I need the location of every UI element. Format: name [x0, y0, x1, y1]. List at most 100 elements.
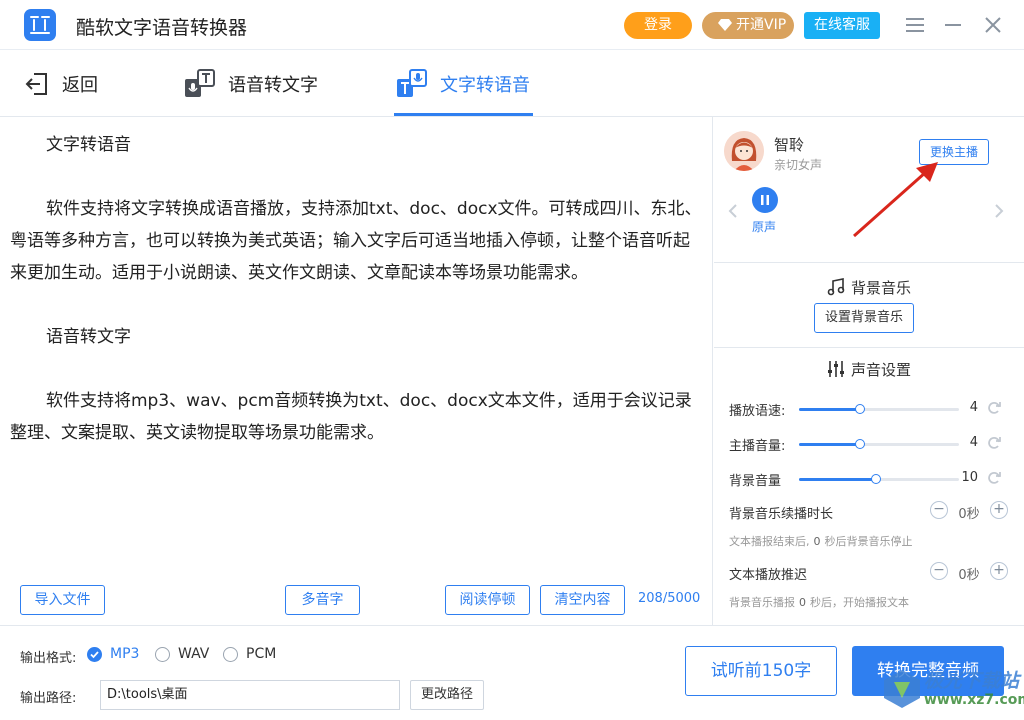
menu-icon[interactable] [904, 14, 926, 36]
text-delay-hint: 背景音乐播报 0 秒后，开始播报文本 [729, 594, 909, 610]
clear-content-button[interactable]: 清空内容 [540, 585, 625, 615]
back-label: 返回 [62, 74, 98, 96]
format-radio-pcm[interactable]: PCM [223, 646, 276, 662]
vip-button-label: 开通VIP [736, 17, 787, 33]
import-file-button[interactable]: 导入文件 [20, 585, 105, 615]
preview-button[interactable]: 试听前150字 [685, 646, 837, 696]
slider-knob[interactable] [870, 474, 881, 484]
editor-paragraph: 软件支持将mp3、wav、pcm音频转换为txt、doc、docx文本文件，适用… [10, 391, 692, 443]
speed-value: 4 [969, 400, 978, 415]
character-counter: 208/5000 [638, 591, 701, 606]
tab-bar: 返回 语音转文字 文字转语音 [0, 50, 1024, 117]
text-delay-minus-button[interactable]: − [930, 562, 948, 580]
bgm-volume-slider[interactable] [799, 474, 959, 484]
editor-content[interactable]: 文字转语音 软件支持将文字转换成语音播放，支持添加txt、doc、docx文件。… [10, 129, 705, 449]
output-bar: 输出格式: MP3 WAV PCM 输出路径: D:\tools\桌面 更改路径… [0, 625, 1024, 720]
tab-text-to-speech[interactable]: 文字转语音 [396, 50, 530, 117]
reset-icon[interactable] [986, 400, 1002, 416]
anchor-description: 亲切女声 [774, 158, 823, 172]
vip-button[interactable]: 开通VIP [702, 12, 794, 39]
speed-slider[interactable] [799, 404, 959, 414]
output-path-label: 输出路径: [20, 691, 77, 706]
anchor-volume-value: 4 [969, 435, 978, 450]
hint-prefix: 文本播报结束后, [729, 535, 810, 548]
anchor-volume-slider[interactable] [799, 439, 959, 449]
login-button[interactable]: 登录 [624, 12, 692, 39]
close-icon[interactable] [982, 14, 1004, 36]
bgm-title-label: 背景音乐 [850, 279, 911, 297]
back-button[interactable]: 返回 [24, 50, 98, 117]
slider-knob[interactable] [854, 439, 865, 449]
change-path-button[interactable]: 更改路径 [410, 680, 484, 710]
equalizer-icon [827, 361, 844, 377]
bgm-duration-plus-button[interactable]: + [990, 501, 1008, 519]
speed-label: 播放语速: [729, 404, 786, 419]
format-wav-label: WAV [178, 646, 210, 662]
divider [714, 262, 1024, 263]
anchor-avatar [724, 131, 764, 171]
sound-settings-title: 声音设置 [714, 359, 1024, 380]
hint-number: 0 [813, 535, 821, 548]
anchor-name: 智聆 [774, 136, 805, 154]
online-service-button[interactable]: 在线客服 [804, 12, 880, 39]
editor-paragraph: 文字转语音 [46, 135, 131, 155]
annotation-arrow-icon [853, 162, 938, 238]
text-delay-value: 0秒 [958, 568, 980, 583]
reset-icon[interactable] [986, 470, 1002, 486]
title-bar: 酷软文字语音转换器 登录 开通VIP 在线客服 [0, 0, 1024, 50]
bgm-duration-label: 背景音乐续播时长 [729, 507, 834, 522]
pause-button[interactable] [752, 187, 778, 213]
set-bgm-button[interactable]: 设置背景音乐 [814, 303, 914, 333]
polyphone-button[interactable]: 多音字 [285, 585, 360, 615]
radio-icon [223, 646, 238, 662]
bgm-duration-hint: 文本播报结束后, 0 秒后背景音乐停止 [729, 533, 913, 549]
output-format-label: 输出格式: [20, 651, 77, 666]
text-delay-plus-button[interactable]: + [990, 562, 1008, 580]
bgm-volume-label: 背景音量 [729, 474, 782, 489]
text-editor[interactable]: 文字转语音 软件支持将文字转换成语音播放，支持添加txt、doc、docx文件。… [0, 117, 713, 625]
sound-settings-title-label: 声音设置 [850, 361, 911, 379]
chevron-left-icon[interactable] [728, 203, 738, 219]
bgm-volume-value: 10 [961, 470, 978, 485]
format-pcm-label: PCM [246, 646, 277, 662]
female-avatar-icon [724, 131, 764, 171]
chevron-right-icon[interactable] [994, 203, 1004, 219]
divider [714, 347, 1024, 348]
reset-icon[interactable] [986, 435, 1002, 451]
text-delay-label: 文本播放推迟 [729, 568, 808, 583]
hint-number: 0 [799, 596, 806, 609]
tab-speech-to-text-label: 语音转文字 [228, 74, 318, 96]
voice-label: 原声 [752, 220, 777, 234]
bgm-duration-value: 0秒 [958, 507, 980, 522]
bgm-duration-minus-button[interactable]: − [930, 501, 948, 519]
speech-to-text-icon [185, 68, 215, 97]
music-note-icon [827, 278, 845, 296]
watermark-text-1: 极光下载站 [924, 670, 1020, 692]
hint-prefix: 背景音乐播报 [729, 596, 795, 609]
reading-pause-button[interactable]: 阅读停顿 [445, 585, 530, 615]
tab-text-to-speech-label: 文字转语音 [440, 74, 530, 96]
slider-fill [799, 408, 860, 411]
format-radio-mp3[interactable]: MP3 [87, 646, 139, 662]
output-path-field[interactable]: D:\tools\桌面 [100, 680, 400, 710]
app-logo-icon [24, 9, 56, 41]
back-arrow-icon [25, 72, 47, 95]
slider-fill [799, 478, 876, 481]
radio-checked-icon [87, 646, 102, 662]
watermark-logo-icon [884, 670, 920, 708]
editor-paragraph: 语音转文字 [46, 327, 131, 347]
hint-suffix: 秒后背景音乐停止 [824, 535, 913, 548]
pause-icon [761, 195, 769, 205]
text-to-speech-icon [397, 68, 427, 97]
tab-speech-to-text[interactable]: 语音转文字 [184, 50, 318, 117]
watermark: 极光下载站 www.xz7.com [880, 664, 1024, 716]
hint-suffix: 秒后，开始播报文本 [810, 596, 909, 609]
radio-icon [155, 646, 170, 662]
format-radio-wav[interactable]: WAV [155, 646, 209, 662]
slider-fill [799, 443, 860, 446]
slider-knob[interactable] [854, 404, 865, 414]
active-tab-indicator [394, 113, 533, 116]
diamond-icon [718, 19, 732, 31]
minimize-icon[interactable] [942, 14, 964, 36]
editor-paragraph: 软件支持将文字转换成语音播放，支持添加txt、doc、docx文件。可转成四川、… [10, 199, 702, 283]
